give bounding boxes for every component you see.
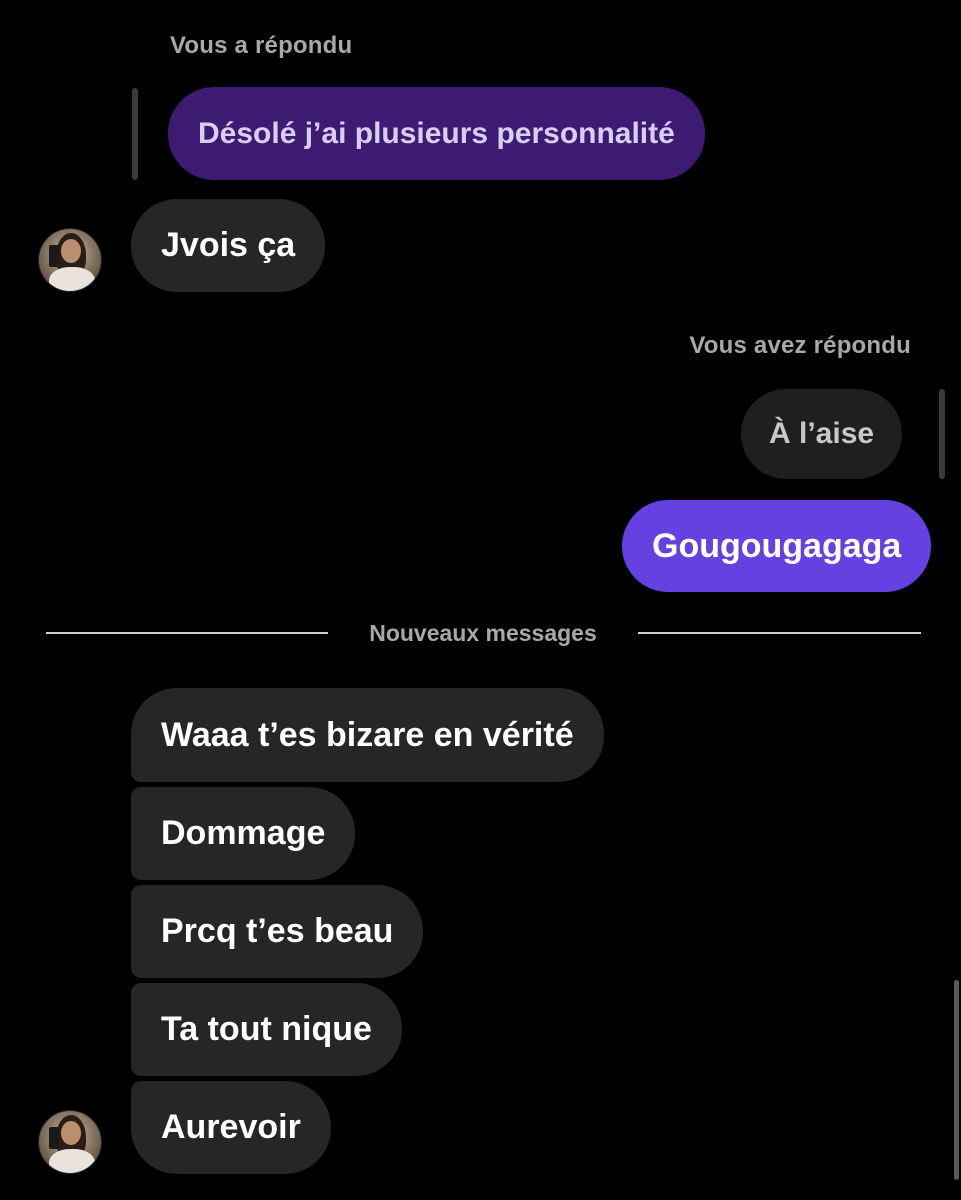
incoming-reply-bubble[interactable]: Jvois ça <box>131 199 326 292</box>
avatar-body <box>49 1149 95 1173</box>
reply-quote-bar <box>132 88 138 180</box>
chat-screen: Vous a répondu Désolé j’ai plusieurs per… <box>0 0 961 1200</box>
quoted-outgoing-bubble[interactable]: À l’aise <box>741 389 903 479</box>
avatar-phone-icon <box>49 1127 59 1149</box>
divider-line-left <box>46 632 328 634</box>
avatar-face <box>61 239 81 263</box>
outgoing-reply-quote-bar <box>939 389 945 479</box>
incoming-message-bubble[interactable]: Aurevoir <box>131 1081 331 1174</box>
incoming-message-bubble[interactable]: Prcq t’es beau <box>131 885 424 978</box>
outgoing-message-bubble[interactable]: Gougougagaga <box>622 500 932 592</box>
contact-avatar[interactable] <box>38 228 102 292</box>
new-messages-divider: Nouveaux messages <box>369 620 597 646</box>
incoming-message-bubble[interactable]: Waaa t’es bizare en vérité <box>131 688 604 782</box>
divider-line-right <box>638 632 921 634</box>
outgoing-reply-label: Vous avez répondu <box>689 332 911 359</box>
incoming-message-bubble[interactable]: Ta tout nique <box>131 983 402 1076</box>
scrollbar-thumb[interactable] <box>954 980 959 1180</box>
avatar-body <box>49 267 95 291</box>
avatar-phone-icon <box>49 245 59 267</box>
quoted-message-bubble[interactable]: Désolé j’ai plusieurs personnalité <box>168 87 705 180</box>
contact-avatar[interactable] <box>38 1110 102 1174</box>
incoming-reply-label: Vous a répondu <box>170 32 353 59</box>
avatar-face <box>61 1121 81 1145</box>
incoming-message-bubble[interactable]: Dommage <box>131 787 356 880</box>
